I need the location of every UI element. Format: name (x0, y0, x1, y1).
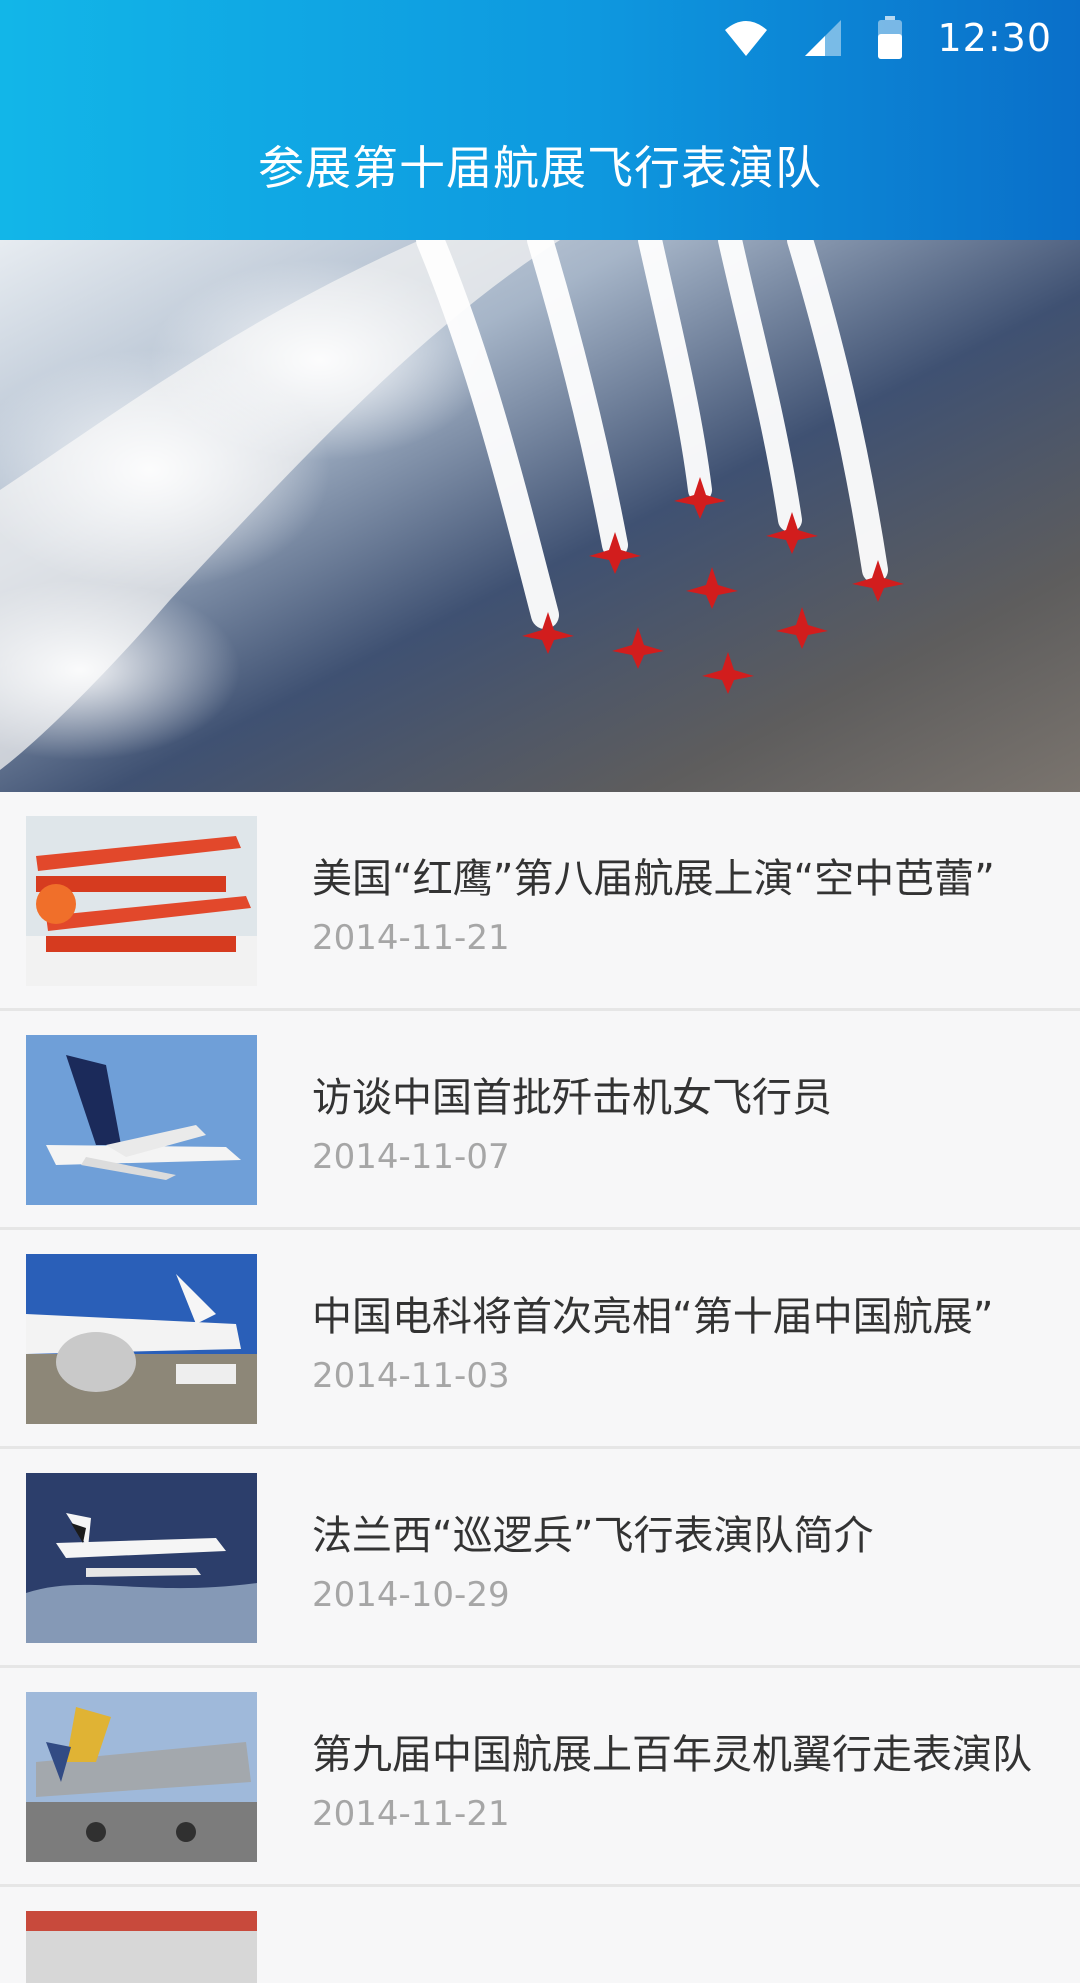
status-bar: 12:30 (723, 14, 1052, 62)
news-date: 2014-10-29 (312, 1575, 510, 1615)
news-date: 2014-11-21 (312, 918, 510, 958)
news-date: 2014-11-07 (312, 1137, 510, 1177)
hero-image[interactable] (0, 240, 1080, 792)
thumbnail (26, 816, 257, 986)
wifi-icon (725, 21, 768, 56)
thumbnail (26, 1473, 257, 1643)
list-item[interactable]: 第九届中国航展上百年灵机翼行走表演队 2014-11-21 (0, 1668, 1080, 1887)
thumbnail (26, 1692, 257, 1862)
app-bar: 12:30 参展第十届航展飞行表演队 (0, 0, 1080, 240)
news-title: 中国电科将首次亮相“第十届中国航展” (312, 1294, 994, 1340)
thumbnail (26, 1254, 257, 1424)
news-date: 2014-11-21 (312, 1794, 510, 1834)
list-item[interactable]: 法兰西“巡逻兵”飞行表演队简介 2014-10-29 (0, 1449, 1080, 1668)
list-item[interactable]: 访谈中国首批歼击机女飞行员 2014-11-07 (0, 1011, 1080, 1230)
list-item[interactable]: 中国电科将首次亮相“第十届中国航展” 2014-11-03 (0, 1230, 1080, 1449)
news-title: 美国“红鹰”第八届航展上演“空中芭蕾” (312, 856, 995, 902)
thumbnail (26, 1911, 257, 1983)
news-list: 美国“红鹰”第八届航展上演“空中芭蕾” 2014-11-21 访谈中国首批歼击机… (0, 792, 1080, 1983)
status-time: 12:30 (937, 16, 1052, 60)
page-title: 参展第十届航展飞行表演队 (258, 141, 822, 195)
list-item[interactable]: 美国“红鹰”第八届航展上演“空中芭蕾” 2014-11-21 (0, 792, 1080, 1011)
thumbnail (26, 1035, 257, 1205)
signal-icon (805, 20, 842, 56)
news-date: 2014-11-03 (312, 1356, 510, 1396)
list-item[interactable] (0, 1887, 1080, 1983)
news-title: 访谈中国首批歼击机女飞行员 (312, 1075, 832, 1121)
battery-icon (878, 16, 903, 59)
news-title: 法兰西“巡逻兵”飞行表演队简介 (312, 1513, 874, 1559)
news-title: 第九届中国航展上百年灵机翼行走表演队 (312, 1732, 1032, 1778)
